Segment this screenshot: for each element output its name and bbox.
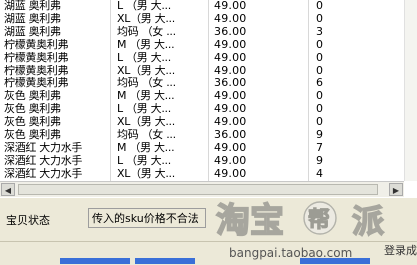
cell-size: M （男 大... — [117, 90, 175, 103]
cell-size: XL（男 大... — [117, 12, 175, 25]
cell-price: 36.00 — [214, 77, 247, 90]
cell-price: 49.00 — [214, 51, 247, 64]
cell-color: 灰色 奥利弗 — [4, 116, 61, 129]
cell-quantity: 0 — [316, 116, 323, 129]
cell-color: 柠檬黄奥利弗 — [4, 51, 69, 64]
cell-size: L （男 大... — [117, 51, 171, 64]
table-row[interactable]: 柠檬黄奥利弗 M （男 大... 49.00 0 — [0, 39, 404, 51]
cell-price: 49.00 — [214, 38, 247, 51]
cell-size: L （男 大... — [117, 154, 171, 167]
scroll-thumb[interactable] — [18, 184, 378, 195]
cell-quantity: 0 — [316, 38, 323, 51]
cell-size: 均码 （女 ... — [117, 129, 176, 141]
watermark-bang-text: 帮 — [308, 207, 330, 233]
cell-price: 36.00 — [214, 129, 247, 141]
taskbar-button[interactable] — [300, 258, 370, 264]
table-row[interactable]: 深酒红 大力水手 XL（男 大... 49.00 4 — [0, 168, 404, 180]
cell-size: 均码 （女 ... — [117, 77, 176, 90]
cell-size: XL（男 大... — [117, 116, 175, 129]
cell-color: 湖蓝 奥利弗 — [4, 0, 61, 12]
cell-quantity: 3 — [316, 25, 323, 38]
table-row[interactable]: 柠檬黄奥利弗 L （男 大... 49.00 0 — [0, 52, 404, 64]
table-row[interactable]: 深酒红 大力水手 L （男 大... 49.00 9 — [0, 155, 404, 167]
cell-quantity: 9 — [316, 129, 323, 141]
cell-quantity: 0 — [316, 64, 323, 77]
cell-color: 深酒红 大力水手 — [4, 167, 83, 180]
cell-size: L （男 大... — [117, 0, 171, 12]
cell-quantity: 6 — [316, 77, 323, 90]
cell-color: 灰色 奥利弗 — [4, 129, 61, 141]
table-row[interactable]: 湖蓝 奥利弗 XL（男 大... 49.00 0 — [0, 13, 404, 25]
cell-price: 49.00 — [214, 116, 247, 129]
cell-quantity: 0 — [316, 0, 323, 12]
status-message: 传入的sku价格不合法 — [88, 208, 206, 228]
cell-size: M （男 大... — [117, 141, 175, 154]
cell-size: XL（男 大... — [117, 167, 175, 180]
cell-color: 深酒红 大力水手 — [4, 141, 83, 154]
cell-color: 湖蓝 奥利弗 — [4, 12, 61, 25]
vertical-scrollbar[interactable] — [404, 0, 417, 181]
table-row[interactable]: 湖蓝 奥利弗 L （男 大... 49.00 0 — [0, 0, 404, 12]
login-status-text: 登录成 — [384, 244, 417, 257]
cell-price: 49.00 — [214, 90, 247, 103]
cell-price: 49.00 — [214, 167, 247, 180]
table-row[interactable]: 柠檬黄奥利弗 均码 （女 ... 36.00 6 — [0, 77, 404, 89]
cell-color: 深酒红 大力水手 — [4, 154, 83, 167]
sku-table: 湖蓝 奥利弗 L （男 大... 49.00 0 湖蓝 奥利弗 XL（男 大... 49.0… — [0, 0, 404, 181]
cell-price: 49.00 — [214, 103, 247, 116]
scroll-left-button[interactable]: ◀ — [1, 183, 15, 196]
cell-price: 36.00 — [214, 25, 247, 38]
cell-color: 柠檬黄奥利弗 — [4, 64, 69, 77]
cell-quantity: 0 — [316, 51, 323, 64]
cell-quantity: 9 — [316, 154, 323, 167]
cell-size: XL（男 大... — [117, 64, 175, 77]
cell-size: M （男 大... — [117, 38, 175, 51]
cell-price: 49.00 — [214, 0, 247, 12]
taskbar-button[interactable] — [60, 258, 130, 264]
cell-quantity: 0 — [316, 90, 323, 103]
cell-color: 柠檬黄奥利弗 — [4, 38, 69, 51]
cell-size: L （男 大... — [117, 103, 171, 116]
table-row[interactable]: 灰色 奥利弗 L （男 大... 49.00 0 — [0, 103, 404, 115]
taobao-bangpai-watermark: 淘宝 帮 派 — [215, 200, 385, 238]
cell-color: 灰色 奥利弗 — [4, 103, 61, 116]
table-row[interactable]: 灰色 奥利弗 均码 （女 ... 36.00 9 — [0, 129, 404, 141]
cell-quantity: 0 — [316, 103, 323, 116]
horizontal-scrollbar[interactable]: ◀ ▶ — [0, 181, 404, 197]
watermark-taobao-text: 淘宝 — [216, 201, 284, 238]
taskbar-button[interactable] — [135, 258, 195, 264]
cell-quantity: 7 — [316, 141, 323, 154]
cell-price: 49.00 — [214, 154, 247, 167]
table-row[interactable]: 灰色 奥利弗 M （男 大... 49.00 0 — [0, 90, 404, 102]
cell-color: 湖蓝 奥利弗 — [4, 25, 61, 38]
cell-quantity: 4 — [316, 167, 323, 180]
watermark-pai-text: 派 — [352, 202, 384, 238]
cell-color: 柠檬黄奥利弗 — [4, 77, 69, 90]
cell-price: 49.00 — [214, 64, 247, 77]
cell-price: 49.00 — [214, 12, 247, 25]
table-row[interactable]: 深酒红 大力水手 M （男 大... 49.00 7 — [0, 142, 404, 154]
cell-color: 灰色 奥利弗 — [4, 90, 61, 103]
table-row[interactable]: 柠檬黄奥利弗 XL（男 大... 49.00 0 — [0, 65, 404, 77]
scroll-right-button[interactable]: ▶ — [389, 183, 403, 196]
cell-quantity: 0 — [316, 12, 323, 25]
cell-price: 49.00 — [214, 141, 247, 154]
table-row[interactable]: 灰色 奥利弗 XL（男 大... 49.00 0 — [0, 116, 404, 128]
table-row[interactable]: 湖蓝 奥利弗 均码 （女 ... 36.00 3 — [0, 26, 404, 38]
status-label: 宝贝状态 — [6, 214, 50, 227]
cell-size: 均码 （女 ... — [117, 25, 176, 38]
